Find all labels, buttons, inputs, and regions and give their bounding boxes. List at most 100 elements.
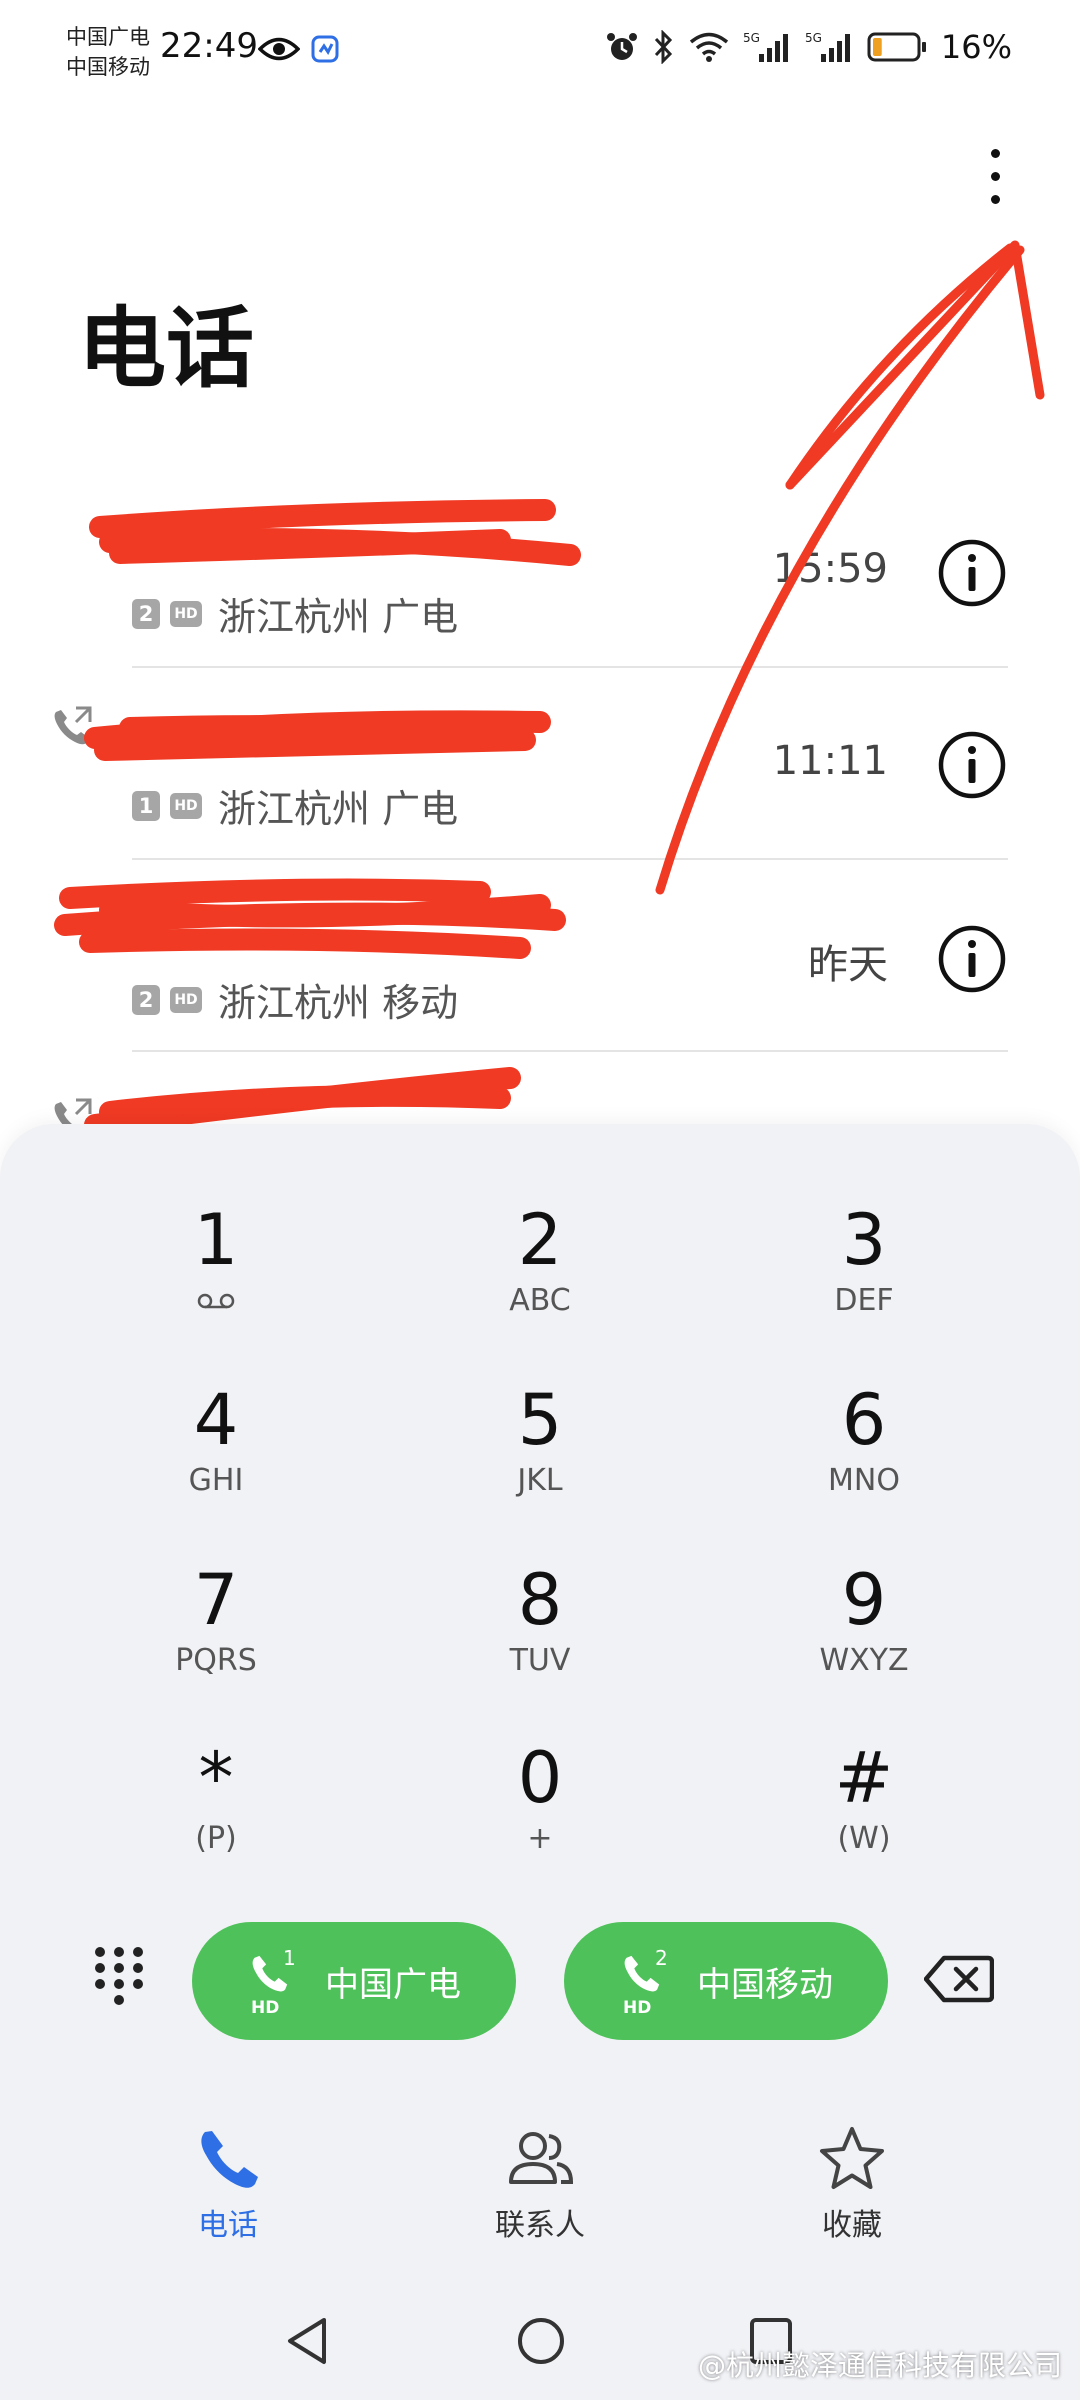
- dial-key-1[interactable]: 1: [96, 1196, 336, 1356]
- dial-key-4[interactable]: 4 GHI: [96, 1376, 336, 1536]
- star-icon: [820, 2127, 884, 2189]
- key-letters: PQRS: [175, 1643, 257, 1678]
- key-letters: TUV: [509, 1643, 571, 1678]
- battery-icon: [867, 32, 926, 62]
- signal-1-label: 5G: [743, 31, 760, 45]
- alarm-icon: [606, 33, 637, 60]
- nav-tab-favorites[interactable]: 收藏: [732, 2124, 972, 2244]
- backspace-icon[interactable]: [924, 1954, 994, 2004]
- call-location: 浙江杭州 移动: [218, 981, 459, 1025]
- hd-label: HD: [623, 1998, 652, 2018]
- more-options-icon[interactable]: [970, 136, 1020, 216]
- info-icon[interactable]: [937, 924, 1007, 994]
- key-letters: +: [527, 1821, 553, 1856]
- system-status-icons: 5G 5G 16%: [605, 28, 1012, 66]
- dial-key-6[interactable]: 6 MNO: [744, 1376, 984, 1536]
- key-digit: 1: [193, 1199, 239, 1281]
- call-location: 浙江杭州 广电: [218, 787, 459, 831]
- call-time: 昨天: [808, 942, 888, 988]
- sim-number: 1: [283, 1946, 296, 1970]
- nav-label-phone: 电话: [198, 2208, 258, 2243]
- dial-key-9[interactable]: 9 WXYZ: [744, 1556, 984, 1716]
- hd-badge: HD: [170, 600, 202, 627]
- nav-tab-contacts[interactable]: 联系人: [420, 2124, 660, 2244]
- call-sim2-label: 中国移动: [697, 1964, 833, 2005]
- key-digit: 7: [193, 1559, 239, 1641]
- call-sim2-button[interactable]: 2 HD 中国移动: [564, 1922, 888, 2040]
- carrier-names: 中国广电 中国移动: [66, 22, 150, 82]
- nav-tab-phone[interactable]: 电话: [108, 2124, 348, 2244]
- key-letters: DEF: [834, 1283, 894, 1318]
- call-meta: 2 HD 浙江杭州 广电: [132, 586, 458, 641]
- hd-label: HD: [251, 1998, 280, 2018]
- sim2-phone-icon: 2 HD: [619, 1946, 679, 2018]
- call-log-row[interactable]: 2 HD 浙江杭州 移动 昨天: [0, 860, 1080, 1052]
- outgoing-call-icon: [54, 706, 92, 745]
- key-letters: (W): [837, 1821, 891, 1856]
- battery-percent: 16%: [940, 28, 1012, 66]
- bluetooth-icon: [654, 30, 672, 64]
- back-icon[interactable]: [282, 2314, 332, 2368]
- dial-key-star[interactable]: * (P): [96, 1734, 336, 1894]
- call-meta: 1 HD 浙江杭州 广电: [132, 778, 458, 833]
- dial-key-8[interactable]: 8 TUV: [420, 1556, 660, 1716]
- key-letters: (P): [195, 1821, 237, 1856]
- signal-sim2-icon: 5G: [805, 31, 850, 62]
- key-letters: GHI: [188, 1463, 244, 1498]
- call-time: 15:59: [772, 546, 888, 592]
- call-log-row[interactable]: 1 HD 浙江杭州 广电 11:11: [0, 668, 1080, 860]
- dial-key-2[interactable]: 2 ABC: [420, 1196, 660, 1356]
- key-digit: 4: [193, 1379, 239, 1461]
- home-icon[interactable]: [516, 2314, 566, 2368]
- sim-badge: 1: [132, 790, 160, 821]
- call-meta: 2 HD 浙江杭州 移动: [132, 972, 458, 1027]
- signal-2-label: 5G: [805, 31, 822, 45]
- sim-badge: 2: [132, 984, 160, 1015]
- status-bar: 中国广电 中国移动 22:49 5G 5G 16%: [0, 0, 1080, 100]
- carrier-1: 中国广电: [66, 25, 150, 49]
- dial-key-5[interactable]: 5 JKL: [420, 1376, 660, 1536]
- more-dot: [990, 148, 1000, 158]
- call-sim1-button[interactable]: 1 HD 中国广电: [192, 1922, 516, 2040]
- sim-number: 2: [655, 1946, 668, 1970]
- info-icon[interactable]: [937, 538, 1007, 608]
- key-digit: 2: [517, 1199, 563, 1281]
- dial-key-0[interactable]: 0 +: [420, 1734, 660, 1894]
- info-icon[interactable]: [937, 730, 1007, 800]
- sim1-phone-icon: 1 HD: [247, 1946, 307, 2018]
- app-notification-icon: [311, 35, 339, 63]
- key-digit: 8: [517, 1559, 563, 1641]
- call-log-row[interactable]: 2 HD 浙江杭州 广电 15:59: [0, 476, 1080, 668]
- bottom-navigation: 电话 联系人 收藏: [0, 2124, 1080, 2274]
- dial-key-3[interactable]: 3 DEF: [744, 1196, 984, 1356]
- hd-badge: HD: [170, 986, 202, 1013]
- status-time: 22:49: [160, 26, 258, 66]
- key-digit: 0: [517, 1737, 563, 1819]
- eye-icon: [258, 37, 300, 61]
- key-letters: JKL: [517, 1463, 563, 1498]
- watermark: @杭州懿泽通信科技有限公司: [697, 2349, 1062, 2382]
- more-dot: [990, 194, 1000, 204]
- dial-key-hash[interactable]: # (W): [744, 1734, 984, 1894]
- call-sim1-label: 中国广电: [325, 1964, 461, 2005]
- key-digit: #: [834, 1737, 894, 1819]
- call-location: 浙江杭州 广电: [218, 595, 459, 639]
- voicemail-icon: [197, 1293, 235, 1309]
- hd-badge: HD: [170, 792, 202, 819]
- key-digit: 9: [841, 1559, 887, 1641]
- key-digit: 3: [841, 1199, 887, 1281]
- key-letters: WXYZ: [819, 1643, 909, 1678]
- contacts-icon: [509, 2132, 574, 2184]
- key-digit: 5: [517, 1379, 563, 1461]
- dialpad-toggle-icon[interactable]: [92, 1944, 146, 2008]
- call-time: 11:11: [772, 738, 888, 784]
- dial-key-7[interactable]: 7 PQRS: [96, 1556, 336, 1716]
- carrier-2: 中国移动: [66, 55, 150, 79]
- more-dot: [990, 171, 1000, 181]
- key-digit: *: [198, 1737, 234, 1819]
- page-title: 电话: [78, 297, 255, 400]
- nav-label-contacts: 联系人: [495, 2208, 585, 2243]
- key-letters: ABC: [509, 1283, 571, 1318]
- signal-sim1-icon: 5G: [743, 31, 788, 62]
- phone-icon: [201, 2131, 258, 2188]
